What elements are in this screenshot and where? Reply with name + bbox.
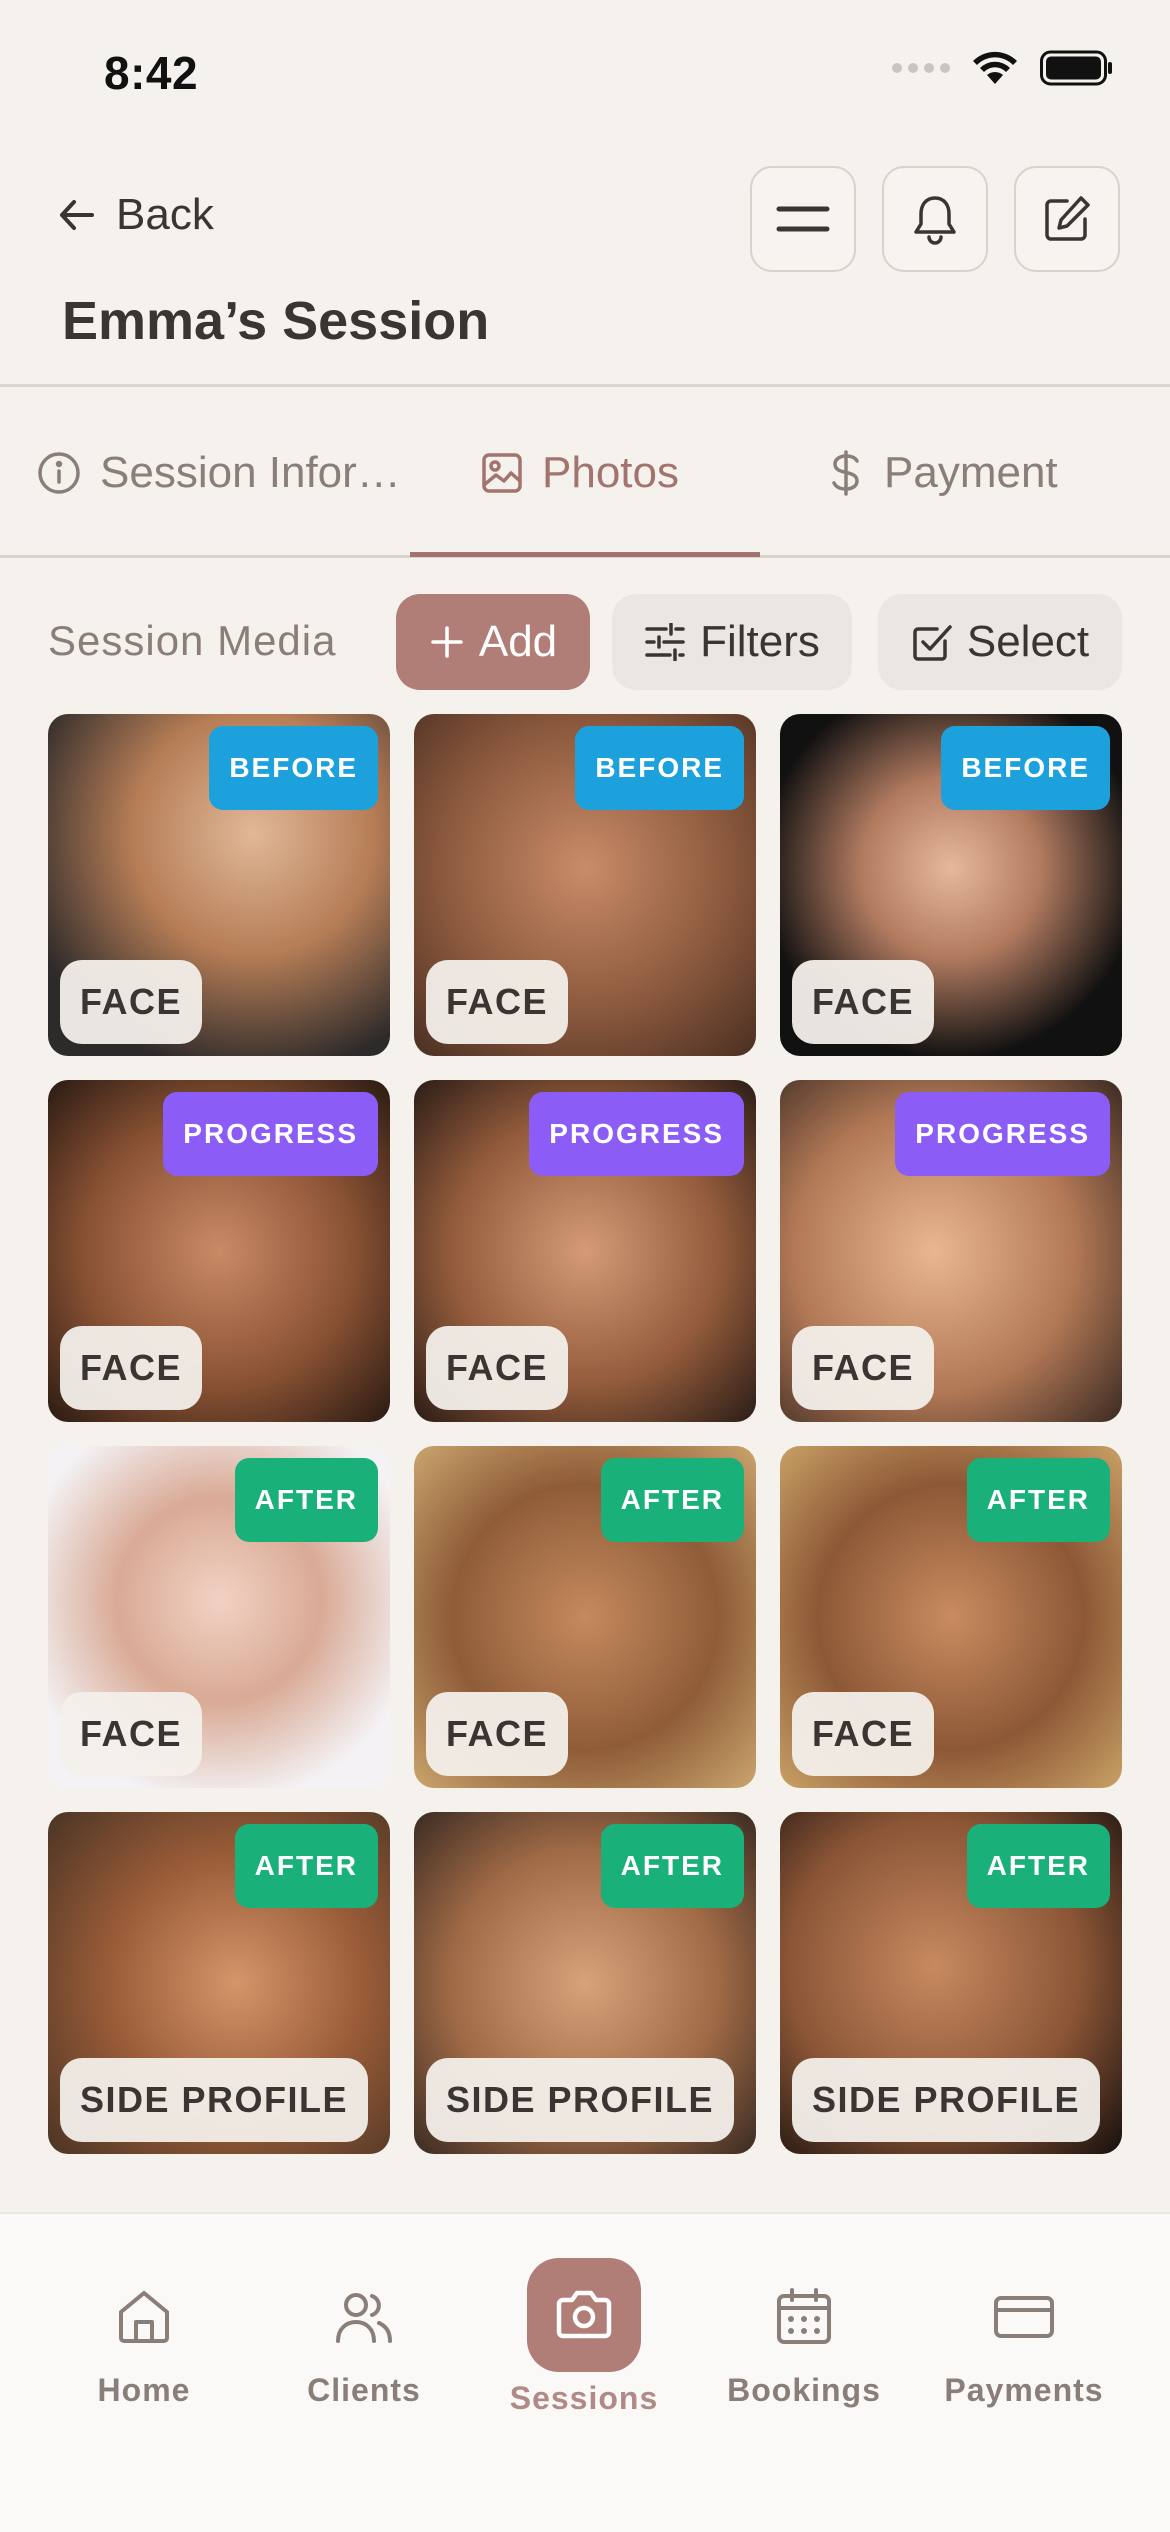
photo-card[interactable]: PROGRESS FACE [414, 1080, 756, 1422]
divider [0, 384, 1170, 387]
photo-card[interactable]: AFTER FACE [414, 1446, 756, 1788]
tab-label: Payment [884, 448, 1058, 497]
signal-icon [892, 63, 950, 73]
menu-icon [776, 206, 830, 232]
status-bar: 8:42 [0, 0, 1170, 150]
checkbox-icon [913, 625, 952, 661]
image-icon [482, 453, 522, 493]
stage-badge: AFTER [966, 1824, 1110, 1908]
region-label: SIDE PROFILE [792, 2058, 1101, 2142]
calendar-icon [771, 2284, 837, 2350]
photo-card[interactable]: PROGRESS FACE [780, 1080, 1122, 1422]
arrow-left-icon [60, 200, 94, 230]
sliders-icon [645, 623, 685, 661]
page-title: Emma’s Session [62, 291, 490, 351]
back-label: Back [116, 190, 214, 239]
photo-card[interactable]: PROGRESS FACE [48, 1080, 390, 1422]
add-label: Add [478, 617, 558, 666]
tab-label: Photos [542, 448, 679, 497]
stage-badge: AFTER [966, 1458, 1110, 1542]
nav-home[interactable]: Home [34, 2214, 254, 2409]
region-label: FACE [426, 960, 569, 1044]
battery-icon [1040, 50, 1112, 86]
photo-card[interactable]: AFTER SIDE PROFILE [414, 1812, 756, 2154]
plus-icon [431, 626, 463, 658]
nav-sessions[interactable]: Sessions [474, 2214, 694, 2417]
region-label: FACE [426, 1692, 569, 1776]
tab-bar: Session Infor… Photos Payment [0, 388, 1170, 558]
menu-button[interactable] [750, 166, 856, 272]
bell-icon [914, 196, 956, 245]
section-label: Session Media [48, 617, 337, 664]
photo-grid: BEFORE FACE BEFORE FACE BEFORE FACE PROGRESS FA… [48, 714, 1122, 2154]
filters-button[interactable]: Filters [612, 594, 852, 690]
add-button[interactable]: Add [396, 594, 590, 690]
nav-label: Bookings [727, 2372, 881, 2408]
nav-bookings[interactable]: Bookings [694, 2214, 914, 2409]
stage-badge: PROGRESS [895, 1092, 1110, 1176]
status-time: 8:42 [104, 47, 199, 99]
nav-label: Payments [944, 2372, 1104, 2408]
home-icon [111, 2284, 177, 2350]
filters-label: Filters [700, 617, 820, 666]
region-label: FACE [60, 1326, 203, 1410]
region-label: FACE [792, 1326, 935, 1410]
nav-label: Clients [307, 2372, 421, 2408]
active-tab-indicator [410, 552, 760, 557]
wifi-icon [973, 51, 1017, 84]
region-label: SIDE PROFILE [60, 2058, 369, 2142]
stage-badge: PROGRESS [163, 1092, 378, 1176]
photo-card[interactable]: AFTER FACE [780, 1446, 1122, 1788]
photo-card[interactable]: AFTER FACE [48, 1446, 390, 1788]
stage-badge: BEFORE [209, 726, 378, 810]
notifications-button[interactable] [882, 166, 988, 272]
region-label: SIDE PROFILE [426, 2058, 735, 2142]
stage-badge: PROGRESS [529, 1092, 744, 1176]
stage-badge: AFTER [234, 1458, 378, 1542]
camera-icon [527, 2258, 641, 2372]
edit-button[interactable] [1014, 166, 1120, 272]
tab-label: Session Infor… [100, 448, 401, 497]
tab-payment[interactable]: Payment [826, 388, 1058, 558]
tab-photos[interactable]: Photos [480, 388, 679, 558]
region-label: FACE [426, 1326, 569, 1410]
nav-payments[interactable]: Payments [914, 2214, 1134, 2409]
back-button[interactable]: Back [54, 190, 214, 240]
stage-badge: BEFORE [941, 726, 1110, 810]
photo-card[interactable]: BEFORE FACE [780, 714, 1122, 1056]
tab-session-info[interactable]: Session Infor… [36, 388, 401, 558]
region-label: FACE [60, 960, 203, 1044]
card-icon [991, 2284, 1057, 2350]
stage-badge: AFTER [600, 1458, 744, 1542]
select-label: Select [966, 617, 1090, 666]
bottom-nav: Home Clients Sessions Bookings Payments [0, 2212, 1170, 2532]
edit-icon [1045, 196, 1090, 241]
region-label: FACE [792, 1692, 935, 1776]
stage-badge: BEFORE [575, 726, 744, 810]
nav-label: Sessions [509, 2380, 659, 2416]
nav-clients[interactable]: Clients [254, 2214, 474, 2409]
dollar-icon [832, 450, 859, 496]
info-icon [38, 452, 80, 494]
region-label: FACE [792, 960, 935, 1044]
photo-card[interactable]: AFTER SIDE PROFILE [48, 1812, 390, 2154]
photo-card[interactable]: BEFORE FACE [414, 714, 756, 1056]
nav-label: Home [97, 2372, 191, 2408]
stage-badge: AFTER [234, 1824, 378, 1908]
status-icons [892, 50, 1114, 86]
photo-card[interactable]: BEFORE FACE [48, 714, 390, 1056]
select-button[interactable]: Select [878, 594, 1122, 690]
region-label: FACE [60, 1692, 203, 1776]
stage-badge: AFTER [600, 1824, 744, 1908]
users-icon [331, 2284, 397, 2350]
photo-card[interactable]: AFTER SIDE PROFILE [780, 1812, 1122, 2154]
